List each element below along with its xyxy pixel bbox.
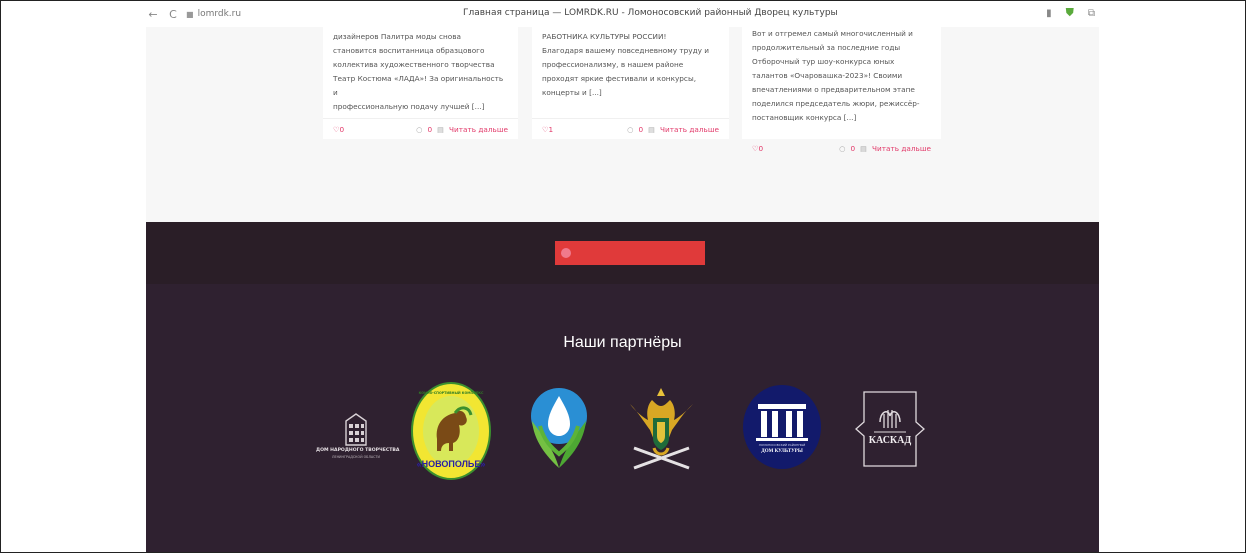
- comment-icon[interactable]: ○: [627, 125, 633, 134]
- card-text-line: талантов «Очаровашка-2023»! Своими: [752, 71, 903, 80]
- page-title: Главная страница — LOMRDK.RU - Ломоносов…: [463, 8, 838, 18]
- card-footer: ♡0 ○ 0 ▤ Читать дальше: [323, 118, 518, 140]
- card-text-line: впечатлениями о предварительном этапе: [752, 85, 915, 94]
- address-bar[interactable]: lomrdk.ru: [198, 9, 242, 19]
- comment-icon[interactable]: ○: [839, 144, 845, 153]
- comment-count: 0: [638, 125, 644, 134]
- theatre-icon: [743, 385, 821, 469]
- shield-icon[interactable]: ⛊: [1066, 6, 1074, 20]
- eagle-emblem-icon: [630, 388, 693, 470]
- partners-title: Наши партнёры: [563, 334, 682, 351]
- partner-logo-dom-narodnogo-tvorchestva[interactable]: ДОМ НАРОДНОГО ТВОРЧЕСТВА ЛЕНИНГРАДСКОЙ О…: [316, 411, 400, 467]
- card-text-line: Театр Костюма «ЛАДА»! За оригинальность …: [333, 74, 504, 97]
- like-button[interactable]: ♡1: [542, 125, 553, 134]
- bookmark-icon[interactable]: ▮: [1046, 8, 1052, 19]
- card-text-line: постановщик конкурса [...]: [752, 113, 857, 122]
- card-text-line: РАБОТНИКА КУЛЬТУРЫ РОССИИ!: [542, 32, 667, 41]
- card-text-line: продолжительный за последние годы: [752, 43, 901, 52]
- card-text-line: становится воспитанница образцового: [333, 46, 485, 55]
- logo-text: ДОМ КУЛЬТУРЫ: [761, 449, 803, 454]
- logo-subtext: КОННО-СПОРТИВНЫЙ КОМПЛЕКС: [418, 391, 484, 395]
- red-action-button[interactable]: [555, 241, 705, 265]
- logo-text: КАСКАД: [868, 435, 912, 446]
- partner-logo-novopolye[interactable]: «НОВОПОЛЬЕ» КОННО-СПОРТИВНЫЙ КОМПЛЕКС: [411, 381, 491, 481]
- card-text-line: поделился председатель жюри, режиссёр-: [752, 99, 920, 108]
- card-text-line: профессионализму, в нашем районе: [542, 60, 684, 69]
- card-text-line: коллектива художественного творчества: [333, 60, 495, 69]
- partner-logo-eagle-emblem[interactable]: [624, 382, 699, 477]
- screenshot-frame: ← C ■ lomrdk.ru Главная страница — LOMRD…: [0, 0, 1246, 553]
- news-card: Вот и отгремел самый многочисленный и пр…: [742, 27, 941, 139]
- browser-toolbar: ← C ■ lomrdk.ru Главная страница — LOMRD…: [146, 1, 1099, 27]
- partners-section: Наши партнёры ДОМ НАРОДНОГО ТВОРЧЕСТВА Л…: [146, 284, 1099, 552]
- lock-icon: ■: [186, 9, 194, 19]
- footer-top-strip: [146, 222, 1099, 284]
- card-text-line: проходят яркие фестивали и конкурсы,: [542, 74, 697, 83]
- read-icon: ▤: [860, 143, 868, 153]
- read-more-link[interactable]: Читать дальше: [872, 144, 931, 153]
- like-button[interactable]: ♡0: [752, 144, 763, 153]
- logo-text: «НОВОПОЛЬЕ»: [416, 459, 486, 469]
- read-more-link[interactable]: Читать дальше: [449, 125, 508, 134]
- comment-count: 0: [427, 125, 433, 134]
- extensions-icon[interactable]: ⧉: [1088, 8, 1095, 19]
- comment-count: 0: [850, 143, 856, 153]
- partner-logo-hands-drop[interactable]: [524, 386, 594, 471]
- browser-actions: ▮ ⛊ ⧉: [1046, 6, 1095, 20]
- news-section: дизайнеров Палитра моды снова становится…: [146, 27, 1099, 222]
- kaskad-frame-icon: [855, 391, 925, 467]
- card-text-line: профессиональную подачу лучшей [...]: [333, 102, 485, 111]
- card-text-line: дизайнеров Палитра моды снова: [333, 32, 462, 41]
- card-text-line: Отборочный тур шоу-конкурса юных: [752, 57, 895, 66]
- card-text-line: Вот и отгремел самый многочисленный и: [752, 29, 913, 38]
- read-more-link[interactable]: Читать дальше: [660, 125, 719, 134]
- logo-text: ДОМ НАРОДНОГО ТВОРЧЕСТВА: [316, 448, 400, 453]
- logo-subtext: ЛОМОНОСОВСКИЙ РАЙОННЫЙ: [758, 443, 806, 447]
- comment-icon[interactable]: ○: [416, 125, 422, 134]
- like-button[interactable]: ♡0: [333, 125, 344, 134]
- reload-icon[interactable]: C: [166, 8, 180, 21]
- partner-logo-dom-kultury[interactable]: ЛОМОНОСОВСКИЙ РАЙОННЫЙ ДОМ КУЛЬТУРЫ: [742, 384, 822, 470]
- card-footer: ♡1 ○ 0 ▤ Читать дальше: [532, 118, 729, 140]
- logo-subtext: ЛЕНИНГРАДСКОЙ ОБЛАСТИ: [332, 455, 380, 459]
- card-text-line: концерты и [...]: [542, 88, 602, 97]
- partner-logo-kaskad[interactable]: КАСКАД: [854, 388, 926, 470]
- button-icon: [561, 248, 571, 258]
- card-footer: ♡0 ○ 0 ▤ Читать дальше: [742, 137, 941, 159]
- card-text-line: Благодаря вашему повседневному труду и: [542, 46, 710, 55]
- hands-drop-icon: [531, 388, 587, 468]
- back-arrow-icon[interactable]: ←: [146, 8, 160, 21]
- read-icon: ▤: [437, 125, 445, 134]
- read-icon: ▤: [648, 125, 656, 134]
